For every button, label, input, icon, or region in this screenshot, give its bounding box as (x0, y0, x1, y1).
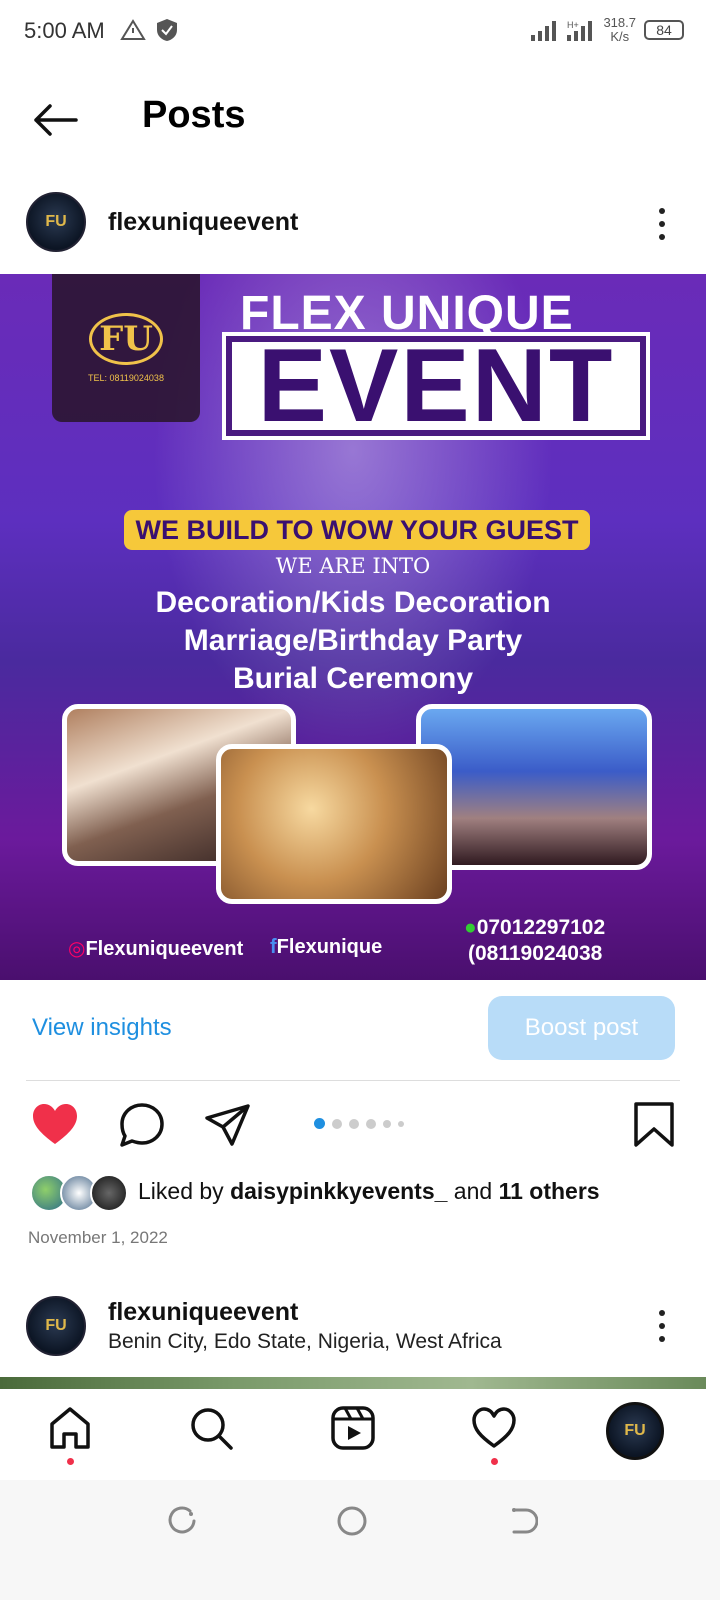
logo-monogram: FU (89, 313, 163, 365)
status-right-icons: H+ 318.7 K/s 84 (531, 16, 684, 44)
liker-avatar (90, 1174, 128, 1212)
flyer-phone: (08119024038 (468, 942, 602, 966)
bookmark-icon[interactable] (630, 1100, 680, 1150)
service-item: Decoration/Kids Decoration (155, 586, 551, 619)
flyer-we-are-into: WE ARE INTO (275, 554, 431, 578)
status-notification-icons (120, 18, 178, 42)
page-title: Posts (142, 94, 246, 136)
shield-icon (157, 19, 177, 41)
liked-by-text[interactable]: Liked by daisypinkkyevents_ and 11 other… (138, 1178, 600, 1205)
brand-logo: FU TEL: 08119024038 (52, 274, 200, 422)
whatsapp-icon: ● (464, 916, 477, 939)
instagram-handle: Flexuniqueevent (85, 938, 244, 960)
view-insights-link[interactable]: View insights (32, 1014, 172, 1042)
flyer-instagram: ◎Flexuniqueevent (68, 936, 243, 961)
warning-icon (120, 19, 146, 40)
activity-notification-dot (491, 1458, 498, 1465)
carousel-dot (314, 1118, 325, 1129)
post-more-options-icon[interactable] (657, 208, 667, 240)
likers-avatars[interactable] (30, 1174, 128, 1212)
facebook-icon: f (270, 936, 277, 958)
avatar-monogram: FU (624, 1422, 646, 1439)
boost-post-button[interactable]: Boost post (488, 996, 675, 1060)
heart-filled-icon[interactable] (30, 1100, 80, 1150)
comment-icon[interactable] (117, 1100, 167, 1150)
recent-apps-icon[interactable] (166, 1505, 198, 1537)
post-image[interactable]: FU TEL: 08119024038 FLEX UNIQUE EVENT WE… (0, 274, 706, 980)
battery-indicator: 84 (644, 20, 684, 40)
reels-icon[interactable] (329, 1404, 377, 1452)
post-author-username[interactable]: flexuniqueevent (108, 208, 298, 237)
home-notification-dot (67, 1458, 74, 1465)
facebook-handle: Flexunique (276, 936, 383, 958)
liked-by-others[interactable]: 11 others (499, 1178, 600, 1204)
table-setting-photo (216, 744, 452, 904)
profile-avatar[interactable]: FU (606, 1402, 664, 1460)
network-speed-unit: K/s (610, 29, 630, 44)
post-author-avatar[interactable]: FU (26, 192, 86, 252)
next-post-author-avatar[interactable]: FU (26, 1296, 86, 1356)
carousel-dot (398, 1120, 404, 1127)
phone-icon: ( (468, 942, 475, 965)
next-post-image-peek (0, 1377, 706, 1389)
status-bar: 5:00 AM H+ 318.7 K/s 84 (0, 0, 720, 64)
activity-heart-icon[interactable] (470, 1404, 518, 1452)
home-icon[interactable] (46, 1404, 94, 1452)
signal-icon (531, 21, 557, 41)
bottom-navigation: FU (0, 1390, 720, 1480)
liked-by-user[interactable]: daisypinkkyevents_ (230, 1178, 447, 1204)
divider (26, 1080, 680, 1081)
next-post-location[interactable]: Benin City, Edo State, Nigeria, West Afr… (108, 1330, 502, 1354)
flyer-headline-event: EVENT (226, 334, 646, 438)
service-item: Burial Ceremony (232, 662, 474, 695)
liked-by-prefix: Liked by (138, 1178, 224, 1204)
carousel-indicator (314, 1118, 404, 1129)
share-send-icon[interactable] (203, 1100, 253, 1150)
avatar-monogram: FU (45, 213, 67, 230)
carousel-dot (349, 1118, 359, 1129)
next-post-username[interactable]: flexuniqueevent (108, 1298, 298, 1327)
search-icon[interactable] (187, 1404, 235, 1452)
carousel-dot (366, 1118, 376, 1129)
phone-number: 08119024038 (475, 942, 603, 965)
flyer-services: Decoration/Kids Decoration Marriage/Birt… (0, 584, 706, 698)
carousel-dot (383, 1119, 391, 1128)
phone-number: 07012297102 (476, 916, 606, 939)
flyer-facebook: fFlexunique (270, 936, 382, 959)
service-item: Marriage/Birthday Party (183, 624, 523, 657)
back-nav-icon[interactable] (506, 1505, 538, 1537)
next-post-more-options-icon[interactable] (657, 1310, 667, 1342)
avatar-monogram: FU (45, 1317, 67, 1334)
arrow-left-icon[interactable] (30, 98, 80, 142)
svg-text:H+: H+ (567, 20, 579, 30)
network-speed-value: 318.7 (603, 15, 636, 30)
carousel-dot (332, 1118, 342, 1129)
logo-phone: TEL: 08119024038 (88, 373, 164, 383)
post-date: November 1, 2022 (28, 1228, 168, 1247)
home-circle-icon[interactable] (336, 1505, 368, 1537)
instagram-icon: ◎ (68, 938, 86, 960)
network-speed: 318.7 K/s (603, 16, 636, 44)
status-time: 5:00 AM (24, 18, 105, 43)
system-navigation-bar (0, 1480, 720, 1600)
flyer-phone-whatsapp: ●07012297102 (464, 916, 605, 940)
liked-by-and: and (453, 1178, 493, 1204)
signal-h-plus-icon: H+ (567, 20, 593, 41)
flyer-banner: WE BUILD TO WOW YOUR GUEST (124, 510, 590, 550)
